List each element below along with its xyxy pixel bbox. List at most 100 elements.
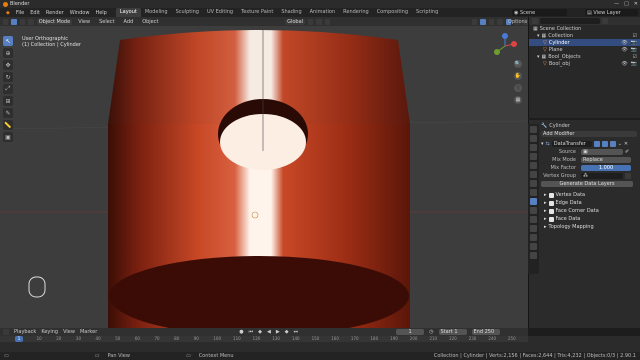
- checkbox-icon[interactable]: [548, 216, 554, 222]
- end-frame-field[interactable]: End 250: [471, 329, 500, 335]
- gizmo-icon[interactable]: [480, 18, 486, 25]
- play-icon[interactable]: ▶: [276, 329, 280, 335]
- select-subtract-icon[interactable]: [28, 18, 34, 25]
- outliner-row-plane[interactable]: ▽ Plane 👁 📷: [529, 46, 640, 53]
- view-layer-tab-icon[interactable]: [530, 153, 537, 160]
- workspace-tab-rendering[interactable]: Rendering: [339, 8, 373, 17]
- realtime-toggle-icon[interactable]: [601, 141, 608, 147]
- proportional-edit-icon[interactable]: [324, 18, 331, 25]
- menu-view[interactable]: View: [75, 19, 93, 25]
- move-tool-icon[interactable]: ✥: [3, 60, 13, 70]
- add-modifier-button[interactable]: Add Modifier: [541, 131, 637, 137]
- workspace-tab-texture-paint[interactable]: Texture Paint: [237, 8, 277, 17]
- next-keyframe-icon[interactable]: ◆: [285, 329, 289, 335]
- expand-icon[interactable]: ▾: [537, 54, 540, 60]
- workspace-tab-modeling[interactable]: Modeling: [141, 8, 172, 17]
- edit-mode-toggle-icon[interactable]: [593, 141, 600, 147]
- visibility-eye-icon[interactable]: 👁: [621, 47, 627, 53]
- vertex-group-field[interactable]: ⁂: [581, 173, 623, 179]
- jump-end-icon[interactable]: ⏭: [294, 329, 299, 335]
- scene-tab-icon[interactable]: [530, 162, 537, 169]
- outliner-row-cylinder[interactable]: ▽ Cylinder 👁 📷: [529, 39, 640, 46]
- outliner-type-icon[interactable]: [532, 18, 538, 24]
- menu-render[interactable]: Render: [43, 10, 67, 16]
- start-frame-field[interactable]: Start 1: [438, 329, 467, 335]
- menu-file[interactable]: File: [13, 10, 27, 16]
- outliner-row-collection[interactable]: ▾ ▦ Collection ☑: [529, 32, 640, 39]
- visibility-eye-icon[interactable]: 👁: [621, 40, 627, 46]
- add-cube-tool-icon[interactable]: ▣: [3, 132, 13, 142]
- mix-factor-slider[interactable]: 1.000: [581, 165, 631, 171]
- modifier-tab-icon[interactable]: [530, 198, 537, 205]
- collection-tab-icon[interactable]: [530, 180, 537, 187]
- outliner-row-bool-obj[interactable]: ▽ Bool_obj 👁 📷: [529, 60, 640, 67]
- dropdown-arrow-icon[interactable]: ⌄: [618, 141, 622, 147]
- checkbox-icon[interactable]: [548, 192, 554, 198]
- texture-tab-icon[interactable]: [530, 252, 537, 259]
- expand-icon[interactable]: ▾: [537, 33, 540, 39]
- checkbox-icon[interactable]: [548, 200, 554, 206]
- mix-mode-dropdown[interactable]: Replace: [581, 157, 631, 163]
- measure-tool-icon[interactable]: 📏: [3, 120, 13, 130]
- expand-icon[interactable]: ▸: [544, 216, 547, 222]
- workspace-tab-scripting[interactable]: Scripting: [412, 8, 442, 17]
- menu-add[interactable]: Add: [121, 19, 137, 25]
- select-box-icon[interactable]: [11, 18, 17, 25]
- mode-dropdown[interactable]: Object Mode: [36, 18, 73, 25]
- minimize-button[interactable]: —: [614, 1, 619, 7]
- visibility-eye-icon[interactable]: 👁: [621, 61, 627, 67]
- expand-icon[interactable]: ▸: [544, 192, 547, 198]
- edge-data-section[interactable]: ▸ Edge Data: [541, 199, 639, 207]
- checkbox-icon[interactable]: [548, 208, 554, 214]
- menu-playback[interactable]: Playback: [14, 329, 36, 335]
- blender-menu-icon[interactable]: ◆: [3, 10, 13, 16]
- current-frame-field[interactable]: 1: [396, 329, 425, 335]
- expand-icon[interactable]: ▸: [544, 200, 547, 206]
- particles-tab-icon[interactable]: [530, 207, 537, 214]
- expand-icon[interactable]: ▸: [544, 208, 547, 214]
- transform-tool-icon[interactable]: ⊞: [3, 96, 13, 106]
- annotate-tool-icon[interactable]: ✎: [3, 108, 13, 118]
- menu-help[interactable]: Help: [92, 10, 109, 16]
- outliner-row-bool-objects[interactable]: ▾ ▦ Bool_Objects ☑: [529, 53, 640, 60]
- menu-view[interactable]: View: [63, 329, 75, 335]
- face-corner-data-section[interactable]: ▸ Face Corner Data: [541, 207, 639, 215]
- zoom-icon[interactable]: 🔍: [514, 60, 522, 68]
- object-tab-icon[interactable]: [530, 189, 537, 196]
- cursor-tool-icon[interactable]: ⊕: [3, 48, 13, 58]
- invert-vertex-group-icon[interactable]: [625, 173, 631, 179]
- tool-tab-icon[interactable]: [530, 126, 537, 133]
- constraints-tab-icon[interactable]: [530, 225, 537, 232]
- camera-visibility-icon[interactable]: 📷: [631, 47, 637, 53]
- workspace-tab-shading[interactable]: Shading: [277, 8, 305, 17]
- perspective-grid-icon[interactable]: ▦: [514, 96, 522, 104]
- scale-tool-icon[interactable]: ⤢: [3, 84, 13, 94]
- auto-keying-icon[interactable]: ●: [239, 329, 243, 335]
- editor-type-icon[interactable]: [3, 18, 9, 25]
- workspace-tab-sculpting[interactable]: Sculpting: [172, 8, 203, 17]
- menu-window[interactable]: Window: [67, 10, 93, 16]
- generate-data-layers-button[interactable]: Generate Data Layers: [541, 181, 633, 187]
- checkbox-icon[interactable]: ☑: [633, 33, 637, 39]
- modifier-name-input[interactable]: DataTransfer: [551, 141, 592, 147]
- maximize-button[interactable]: □: [624, 1, 629, 7]
- material-tab-icon[interactable]: [530, 243, 537, 250]
- menu-marker[interactable]: Marker: [80, 329, 97, 335]
- eyedropper-icon[interactable]: ✐: [625, 149, 629, 155]
- face-data-section[interactable]: ▸ Face Data: [541, 215, 639, 223]
- menu-edit[interactable]: Edit: [27, 10, 43, 16]
- pan-hand-icon[interactable]: ✋: [514, 72, 522, 80]
- navigation-gizmo[interactable]: [494, 33, 517, 55]
- workspace-tab-uv-editing[interactable]: UV Editing: [203, 8, 237, 17]
- visibility-icon[interactable]: [471, 18, 478, 25]
- timeline-editor-icon[interactable]: [3, 329, 9, 335]
- xray-icon[interactable]: [497, 18, 503, 25]
- view-layer-selector[interactable]: ▤ View Layer: [585, 9, 638, 16]
- physics-tab-icon[interactable]: [530, 216, 537, 223]
- world-tab-icon[interactable]: [530, 171, 537, 178]
- snap-icon[interactable]: [316, 18, 322, 25]
- render-tab-icon[interactable]: [530, 135, 537, 142]
- pivot-icon[interactable]: [308, 18, 314, 25]
- frame-ruler[interactable]: 0102030405060708090100110120130140150160…: [0, 336, 528, 342]
- playhead[interactable]: 1: [15, 336, 23, 342]
